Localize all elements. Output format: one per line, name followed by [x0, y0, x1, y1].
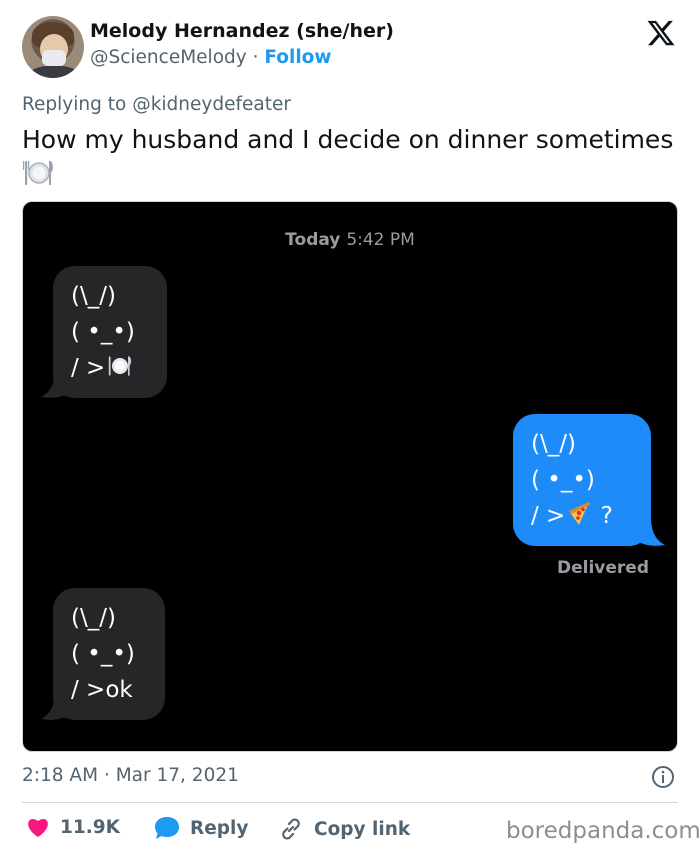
- handle-separator: ·: [252, 47, 259, 68]
- message-bubble-sent: (\_/) ( •_•) / > ?: [513, 414, 651, 546]
- tweet-time: 2:18 AM: [22, 765, 99, 786]
- message-line: ( •_•): [71, 319, 135, 345]
- author-handle-row: @ScienceMelody · Follow: [90, 47, 331, 68]
- message-line: (\_/): [71, 283, 116, 309]
- replying-prefix: Replying to: [22, 94, 127, 115]
- message-line: ( •_•): [531, 467, 595, 493]
- avatar[interactable]: [22, 16, 84, 78]
- watermark: boredpanda.com: [506, 818, 700, 844]
- x-logo-icon[interactable]: [644, 18, 678, 48]
- reply-context: Replying to @kidneydefeater: [22, 94, 291, 115]
- delivery-status: Delivered: [557, 558, 649, 578]
- plate-fork-knife-icon: [109, 356, 132, 376]
- message-bubble-received: (\_/) ( •_•) / >: [53, 266, 167, 398]
- info-icon[interactable]: [651, 765, 675, 789]
- divider: [22, 802, 678, 803]
- tweet-date[interactable]: 2:18 AM · Mar 17, 2021: [22, 765, 239, 786]
- link-icon: [282, 818, 300, 840]
- message-line: ( •_•): [71, 641, 135, 667]
- message-bubble-received: (\_/) ( •_•) / >ok: [53, 588, 165, 720]
- like-count: 11.9K: [60, 816, 120, 838]
- message-line: (\_/): [531, 431, 576, 457]
- message-line: (\_/): [71, 605, 116, 631]
- message-suffix: ?: [600, 503, 613, 529]
- timestamp-day: Today: [285, 230, 341, 250]
- message-line: / >ok: [71, 677, 133, 703]
- reply-button[interactable]: Reply: [154, 816, 248, 840]
- date-separator: ·: [103, 765, 110, 786]
- copy-link-button[interactable]: Copy link: [278, 816, 410, 842]
- message-line: / > ?: [531, 498, 633, 534]
- message-timestamp: Today 5:42 PM: [23, 230, 677, 250]
- timestamp-time: 5:42 PM: [346, 230, 415, 250]
- like-button[interactable]: 11.9K: [26, 816, 120, 838]
- tweet-text: How my husband and I decide on dinner so…: [22, 124, 682, 188]
- speech-bubble-icon: [155, 817, 179, 839]
- reply-label: Reply: [190, 817, 249, 839]
- heart-icon: [28, 819, 48, 837]
- tweet-media[interactable]: Today 5:42 PM (\_/) ( •_•) / > (\_/) ( •…: [22, 201, 678, 752]
- author-handle[interactable]: @ScienceMelody: [90, 47, 247, 68]
- pizza-icon: [569, 502, 591, 525]
- copy-link-label: Copy link: [314, 818, 411, 840]
- reply-mention[interactable]: @kidneydefeater: [132, 94, 291, 115]
- follow-button[interactable]: Follow: [264, 47, 331, 68]
- tweet-body: How my husband and I decide on dinner so…: [22, 125, 674, 154]
- message-line: / >: [71, 350, 149, 386]
- plate-fork-knife-icon: [23, 161, 53, 185]
- tweet-day: Mar 17, 2021: [115, 765, 239, 786]
- author-name[interactable]: Melody Hernandez (she/her): [90, 20, 394, 42]
